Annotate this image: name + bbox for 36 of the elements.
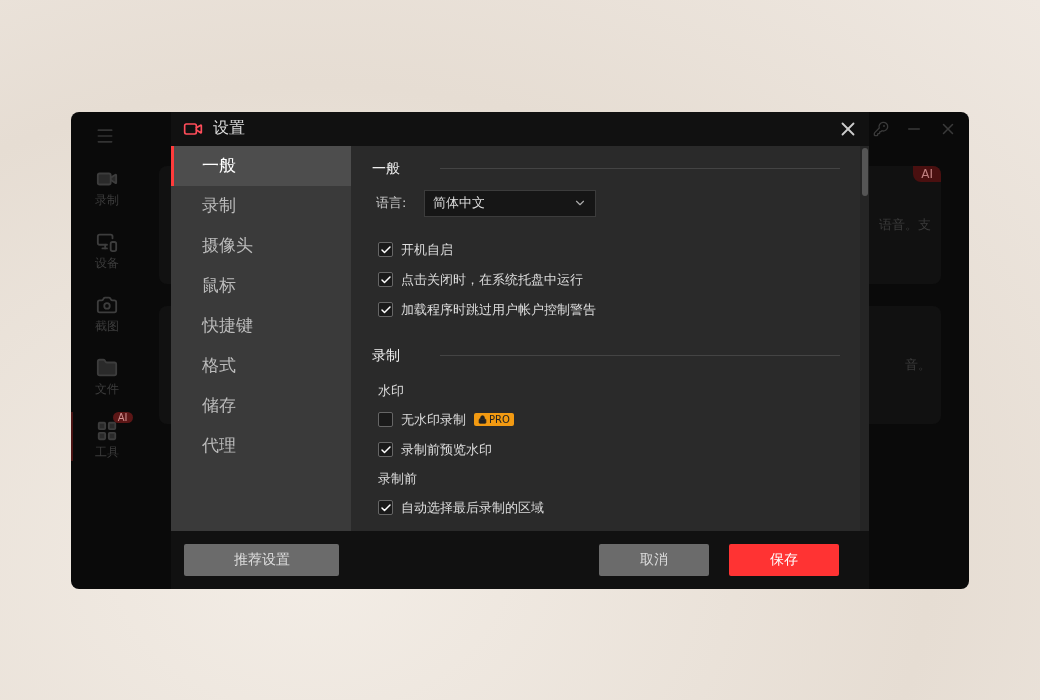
option-label: 加载程序时跳过用户帐户控制警告	[401, 300, 596, 319]
ai-badge: AI	[913, 165, 941, 182]
cancel-button[interactable]: 取消	[599, 543, 709, 576]
nav-item[interactable]: 录制	[171, 185, 351, 226]
nav-item[interactable]: 代理	[171, 425, 351, 466]
option-label: 开机自启	[401, 240, 453, 259]
group-title: 录制前	[377, 469, 418, 488]
scrollbar[interactable]	[860, 145, 869, 531]
nav-item[interactable]: 摄像头	[171, 225, 351, 266]
checkbox[interactable]	[378, 302, 393, 317]
checkbox[interactable]	[378, 242, 393, 257]
grid-icon	[95, 419, 118, 442]
option-label: 自动选择最后录制的区域	[401, 498, 544, 517]
recommend-settings-button[interactable]: 推荐设置	[184, 543, 339, 576]
language-select[interactable]: 简体中文	[424, 189, 597, 217]
pro-badge: PRO	[474, 413, 514, 426]
language-label: 语言:	[376, 194, 407, 212]
nav-item[interactable]: 格式	[171, 345, 351, 386]
nav-item[interactable]: 快捷键	[171, 305, 351, 346]
save-button[interactable]: 保存	[729, 543, 839, 576]
section-title: 录制	[372, 346, 400, 365]
checkbox[interactable]	[378, 272, 393, 287]
option-label: 无水印录制	[401, 410, 466, 429]
nav-item[interactable]: 储存	[171, 385, 351, 426]
option-label: 录制前预览水印	[401, 440, 492, 459]
section-title: 一般	[372, 159, 400, 178]
checkbox[interactable]	[378, 412, 393, 427]
nav-item[interactable]: 鼠标	[171, 265, 351, 306]
nav-item[interactable]: 一般	[171, 145, 351, 186]
folder-icon	[95, 356, 118, 379]
dialog-title: 设置	[213, 118, 245, 139]
group-title: 水印	[377, 381, 405, 400]
checkbox[interactable]	[378, 500, 393, 515]
option-label: 点击关闭时，在系统托盘中运行	[401, 270, 583, 289]
ai-badge: AI	[112, 411, 133, 423]
checkbox[interactable]	[378, 442, 393, 457]
